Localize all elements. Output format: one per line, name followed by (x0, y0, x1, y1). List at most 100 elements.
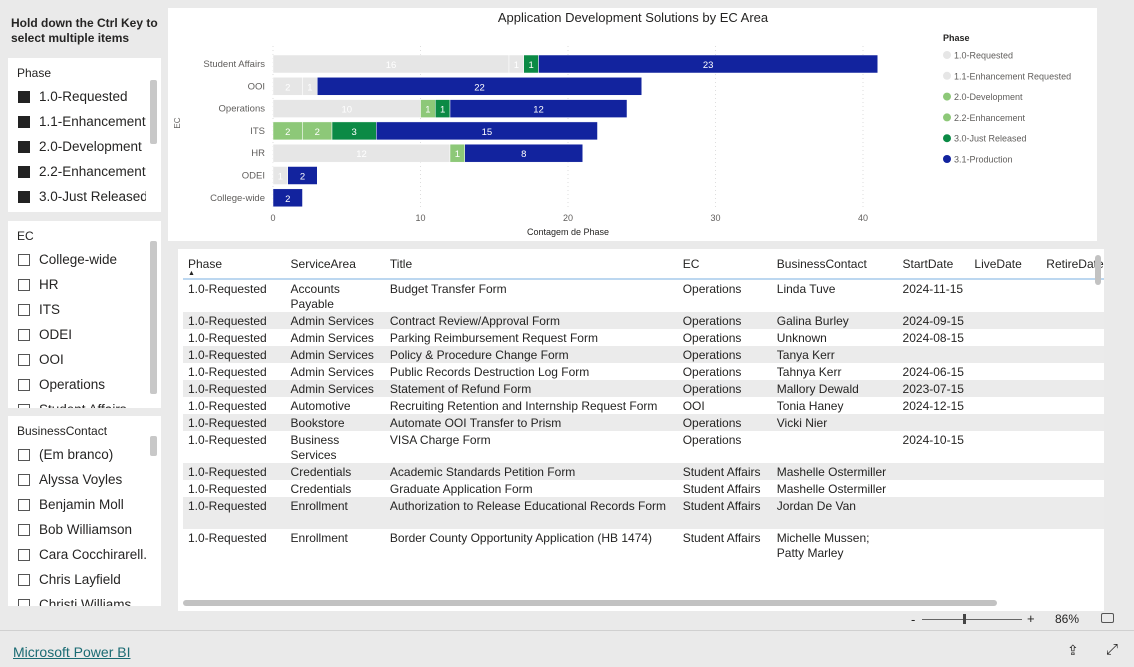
slicer-item[interactable]: (Em branco) (8, 442, 146, 467)
column-header[interactable]: Phase ▲ (183, 249, 286, 280)
scrollbar[interactable] (150, 80, 157, 144)
slicer-item-label: (Em branco) (39, 447, 114, 462)
slicer-item[interactable]: Operations (8, 372, 146, 397)
checkbox-icon[interactable] (18, 523, 30, 536)
table-row[interactable]: 1.0-Requested Automotive Recruiting Retent… (183, 397, 1104, 414)
checkbox-icon[interactable] (18, 165, 30, 178)
scrollbar[interactable] (150, 436, 157, 456)
zoom-in-button[interactable]: + (1027, 611, 1035, 626)
table-cell (1041, 380, 1104, 397)
sort-ascending-icon[interactable]: ▲ (188, 270, 282, 277)
checkbox-icon[interactable] (18, 303, 30, 316)
zoom-slider[interactable] (922, 619, 1022, 620)
slicer-item[interactable]: 2.0-Development (8, 134, 146, 159)
checkbox-icon[interactable] (18, 115, 30, 128)
table-row[interactable]: 1.0-Requested Accounts Payable Budget Tran… (183, 279, 1104, 312)
zoom-slider-handle[interactable] (963, 614, 966, 624)
checkbox-icon[interactable] (18, 190, 30, 203)
table-row[interactable]: 1.0-Requested Admin Services Public Record… (183, 363, 1104, 380)
table-row[interactable]: 1.0-Requested Credentials Academic Standar… (183, 463, 1104, 480)
data-label: 8 (521, 149, 526, 160)
checkbox-icon[interactable] (18, 378, 30, 391)
slicer-item[interactable]: Christi Williams (8, 592, 146, 606)
legend-item[interactable]: 3.1-Production (954, 155, 1013, 165)
slicer-item[interactable]: OOI (8, 347, 146, 372)
table-cell (897, 497, 970, 529)
table-cell (772, 431, 898, 463)
slicer-item[interactable]: College-wide (8, 247, 146, 272)
table-cell: 1.0-Requested (183, 312, 286, 329)
table-row[interactable]: 1.0-Requested Admin Services Statement of … (183, 380, 1104, 397)
checkbox-icon[interactable] (18, 328, 30, 341)
table-cell (1041, 463, 1104, 480)
slicer-item[interactable]: 2.2-Enhancement (8, 159, 146, 184)
table-cell: 1.0-Requested (188, 433, 267, 447)
legend-item[interactable]: 2.0-Development (954, 92, 1023, 102)
checkbox-icon[interactable] (18, 353, 30, 366)
table-cell: Enrollment (290, 531, 348, 545)
column-header[interactable]: BusinessContact (771, 249, 898, 280)
table-row[interactable]: 1.0-Requested Enrollment Authorization to … (183, 497, 1104, 529)
checkbox-icon[interactable] (18, 253, 30, 266)
checkbox-icon[interactable] (18, 403, 30, 408)
fit-to-page-icon[interactable] (1101, 613, 1114, 623)
checkbox-icon[interactable] (18, 548, 30, 561)
slicer-item[interactable]: 3.0-Just Released (8, 184, 146, 209)
legend-item[interactable]: 1.0-Requested (954, 51, 1013, 61)
checkbox-icon[interactable] (18, 573, 30, 586)
table-row[interactable]: 1.0-Requested Business Services VISA Charg… (183, 431, 1104, 463)
column-header[interactable]: Title (384, 249, 678, 280)
table-cell (897, 463, 970, 480)
legend-item[interactable]: 2.2-Enhancement (954, 113, 1026, 123)
legend-item[interactable]: 1.1-Enhancement Requested (954, 71, 1071, 81)
share-icon[interactable]: ⇪ (1067, 642, 1079, 659)
table-row[interactable]: 1.0-Requested Bookstore Automate OOI Trans… (183, 414, 1104, 431)
table-row[interactable]: 1.0-Requested Credentials Graduate Applica… (183, 480, 1104, 497)
table-cell: Vicki Nier (771, 414, 898, 431)
table-cell (1041, 397, 1104, 414)
checkbox-icon[interactable] (18, 498, 30, 511)
column-header[interactable]: StartDate (897, 249, 970, 280)
slicer-item[interactable]: Student Affairs (8, 397, 146, 408)
legend-item[interactable]: 3.0-Just Released (954, 134, 1027, 144)
column-header[interactable]: EC (677, 249, 772, 280)
slicer-item[interactable]: Bob Williamson (8, 517, 146, 542)
horizontal-scrollbar[interactable] (183, 600, 997, 606)
table-cell: 1.0-Requested (183, 463, 286, 480)
slicer-item-label: Chris Layfield (39, 572, 121, 587)
slicer-item[interactable]: Chris Layfield (8, 567, 146, 592)
x-tick-label: 0 (270, 213, 275, 223)
checkbox-icon[interactable] (18, 473, 30, 486)
zoom-out-button[interactable]: - (911, 612, 915, 627)
table-row[interactable]: 1.0-Requested Enrollment Border County Opp… (183, 529, 1104, 561)
power-bi-link[interactable]: Microsoft Power BI (13, 644, 130, 660)
slicer-item-label: 2.0-Development (39, 139, 142, 154)
column-header[interactable]: ServiceArea (285, 249, 385, 280)
table-row[interactable]: 1.0-Requested Admin Services Contract Revi… (183, 312, 1104, 329)
table-cell (898, 529, 970, 561)
y-tick-label: HR (251, 148, 265, 159)
slicer-item[interactable]: HR (8, 272, 146, 297)
checkbox-icon[interactable] (18, 598, 30, 606)
vertical-scrollbar[interactable] (1095, 255, 1101, 285)
slicer-item[interactable]: Benjamin Moll (8, 492, 146, 517)
slicer-item-label: 1.1-Enhancement... (39, 114, 146, 129)
checkbox-icon[interactable] (18, 448, 30, 461)
checkbox-icon[interactable] (18, 140, 30, 153)
slicer-item[interactable]: 1.0-Requested (8, 84, 146, 109)
y-axis-title: EC (173, 117, 182, 128)
slicer-item[interactable]: Cara Cocchirarell... (8, 542, 146, 567)
scrollbar[interactable] (150, 241, 157, 394)
fullscreen-icon[interactable]: ⤢ (1106, 641, 1118, 658)
table-row[interactable]: 1.0-Requested Admin Services Parking Reimb… (183, 329, 1104, 346)
checkbox-icon[interactable] (18, 90, 30, 103)
table-cell: Student Affairs (682, 482, 761, 496)
table-cell (969, 529, 1041, 561)
checkbox-icon[interactable] (18, 278, 30, 291)
table-row[interactable]: 1.0-Requested Admin Services Policy & Proc… (183, 346, 1104, 363)
slicer-item[interactable]: ITS (8, 297, 146, 322)
slicer-item[interactable]: 1.1-Enhancement... (8, 109, 146, 134)
column-header[interactable]: LiveDate (969, 249, 1042, 280)
slicer-item[interactable]: ODEI (8, 322, 146, 347)
slicer-item[interactable]: Alyssa Voyles (8, 467, 146, 492)
